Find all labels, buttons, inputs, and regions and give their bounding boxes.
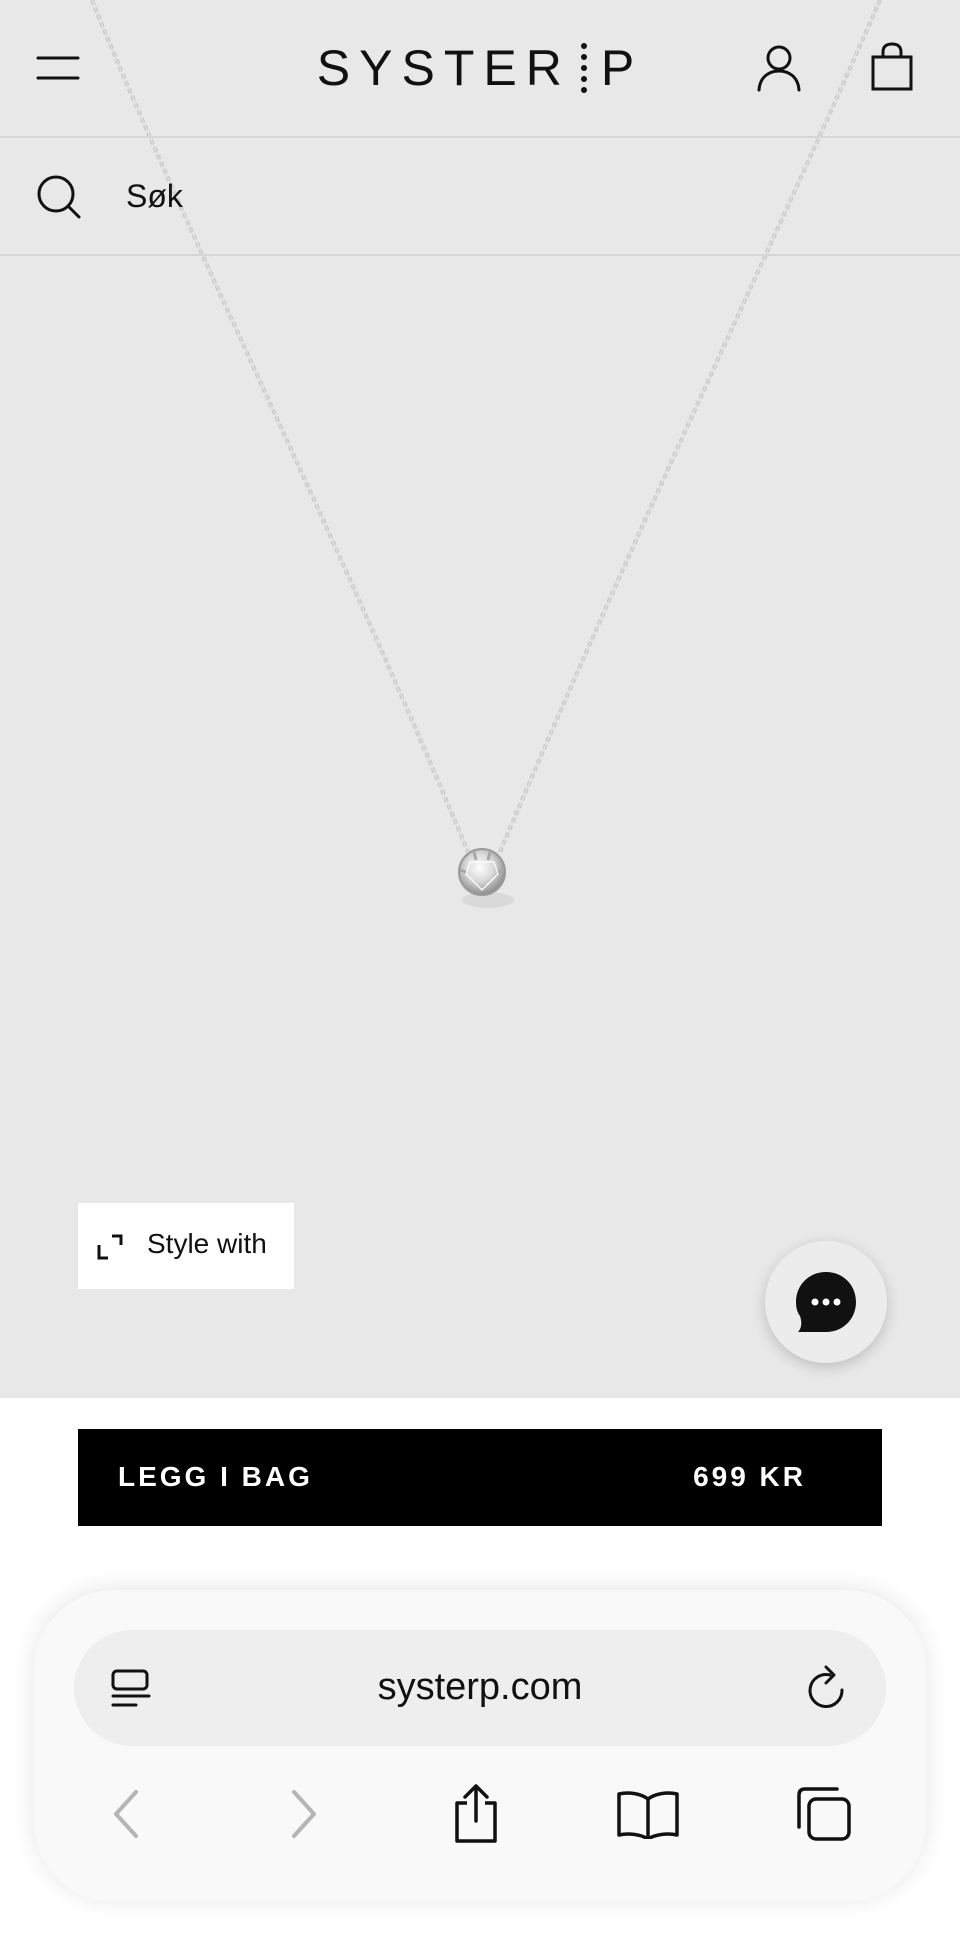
- share-icon[interactable]: [444, 1782, 508, 1846]
- price-label: 699 KR: [693, 1461, 806, 1492]
- search-bar[interactable]: Søk: [0, 140, 960, 256]
- search-label: Søk: [126, 178, 183, 214]
- search-icon: [36, 174, 82, 220]
- back-icon[interactable]: [94, 1782, 158, 1846]
- add-to-bag-button[interactable]: LEGG I BAG 699 KR: [78, 1429, 882, 1526]
- expand-icon: [96, 1233, 124, 1261]
- logo-text-left: SYSTER: [316, 40, 571, 96]
- page: SYSTER P Søk Style with LEGG I BAG 699 K…: [0, 0, 960, 1937]
- user-icon[interactable]: [756, 44, 802, 92]
- site-header: SYSTER P: [0, 0, 960, 138]
- hamburger-icon[interactable]: [36, 52, 80, 84]
- style-with-button[interactable]: Style with: [78, 1203, 294, 1289]
- chat-button[interactable]: [765, 1241, 887, 1363]
- forward-icon[interactable]: [272, 1782, 336, 1846]
- add-to-bag-label: LEGG I BAG: [118, 1461, 313, 1492]
- bookmarks-icon[interactable]: [616, 1782, 680, 1846]
- url-text: systerp.com: [377, 1666, 583, 1708]
- logo-dots: [580, 43, 587, 93]
- reload-icon[interactable]: [804, 1664, 850, 1712]
- chat-bubble-icon: [796, 1272, 856, 1332]
- logo-text-right: P: [600, 40, 644, 96]
- address-bar[interactable]: systerp.com: [74, 1630, 886, 1746]
- style-with-label: Style with: [147, 1228, 267, 1259]
- browser-toolbar: systerp.com: [34, 1590, 926, 1902]
- tabs-icon[interactable]: [792, 1782, 856, 1846]
- shopping-bag-icon[interactable]: [870, 42, 914, 92]
- brand-logo[interactable]: SYSTER P: [316, 38, 644, 98]
